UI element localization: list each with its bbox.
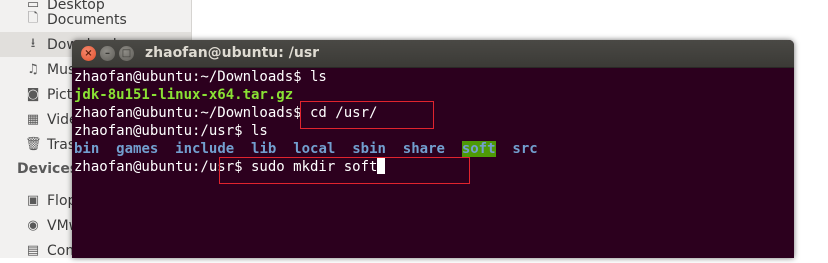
video-icon: ▦ — [26, 112, 40, 127]
sidebar-item-documents[interactable]: 🗋 Documents — [0, 7, 191, 32]
terminal-output[interactable]: zhaofan@ubuntu:~/Downloads$ ls jdk-8u151… — [72, 68, 794, 258]
terminal-line: zhaofan@ubuntu:/usr$ ls — [74, 123, 268, 139]
dir-entry: include — [175, 141, 235, 157]
maximize-icon[interactable]: □ — [119, 46, 134, 61]
download-icon: ⭳ — [30, 35, 36, 51]
annotation-box — [219, 157, 470, 184]
close-icon[interactable]: × — [81, 46, 96, 61]
terminal-line: zhaofan@ubuntu:~/Downloads$ ls — [74, 69, 327, 85]
devices-heading: Devices — [17, 161, 79, 177]
computer-icon: ▤ — [26, 243, 40, 258]
terminal-titlebar[interactable]: × – □ zhaofan@ubuntu: /usr — [72, 40, 794, 68]
dir-entry: bin — [74, 141, 100, 157]
music-icon: ♫ — [27, 62, 39, 77]
window-title: zhaofan@ubuntu: /usr — [145, 45, 320, 61]
dir-entry: src — [512, 141, 538, 157]
dir-entry: share — [402, 141, 445, 157]
dir-entry: local — [293, 141, 336, 157]
disc-icon: ◉ — [27, 218, 39, 233]
document-icon: 🗋 — [27, 10, 39, 26]
terminal-window[interactable]: × – □ zhaofan@ubuntu: /usr zhaofan@ubunt… — [72, 40, 794, 258]
camera-icon: ◙ — [26, 87, 40, 102]
sidebar-item-label: Documents — [47, 11, 127, 28]
dir-entry: lib — [251, 141, 277, 157]
minimize-icon[interactable]: – — [100, 46, 115, 61]
dir-entry: sbin — [352, 141, 386, 157]
dir-entry-highlighted: soft — [461, 141, 496, 157]
dir-entry: games — [116, 141, 159, 157]
trash-icon: 🗑 — [25, 137, 42, 152]
terminal-line: jdk-8u151-linux-x64.tar.gz — [74, 87, 294, 103]
floppy-icon: ▣ — [26, 193, 40, 208]
annotation-box — [300, 101, 434, 129]
ls-output: bin games include lib local sbin share s… — [74, 140, 538, 158]
